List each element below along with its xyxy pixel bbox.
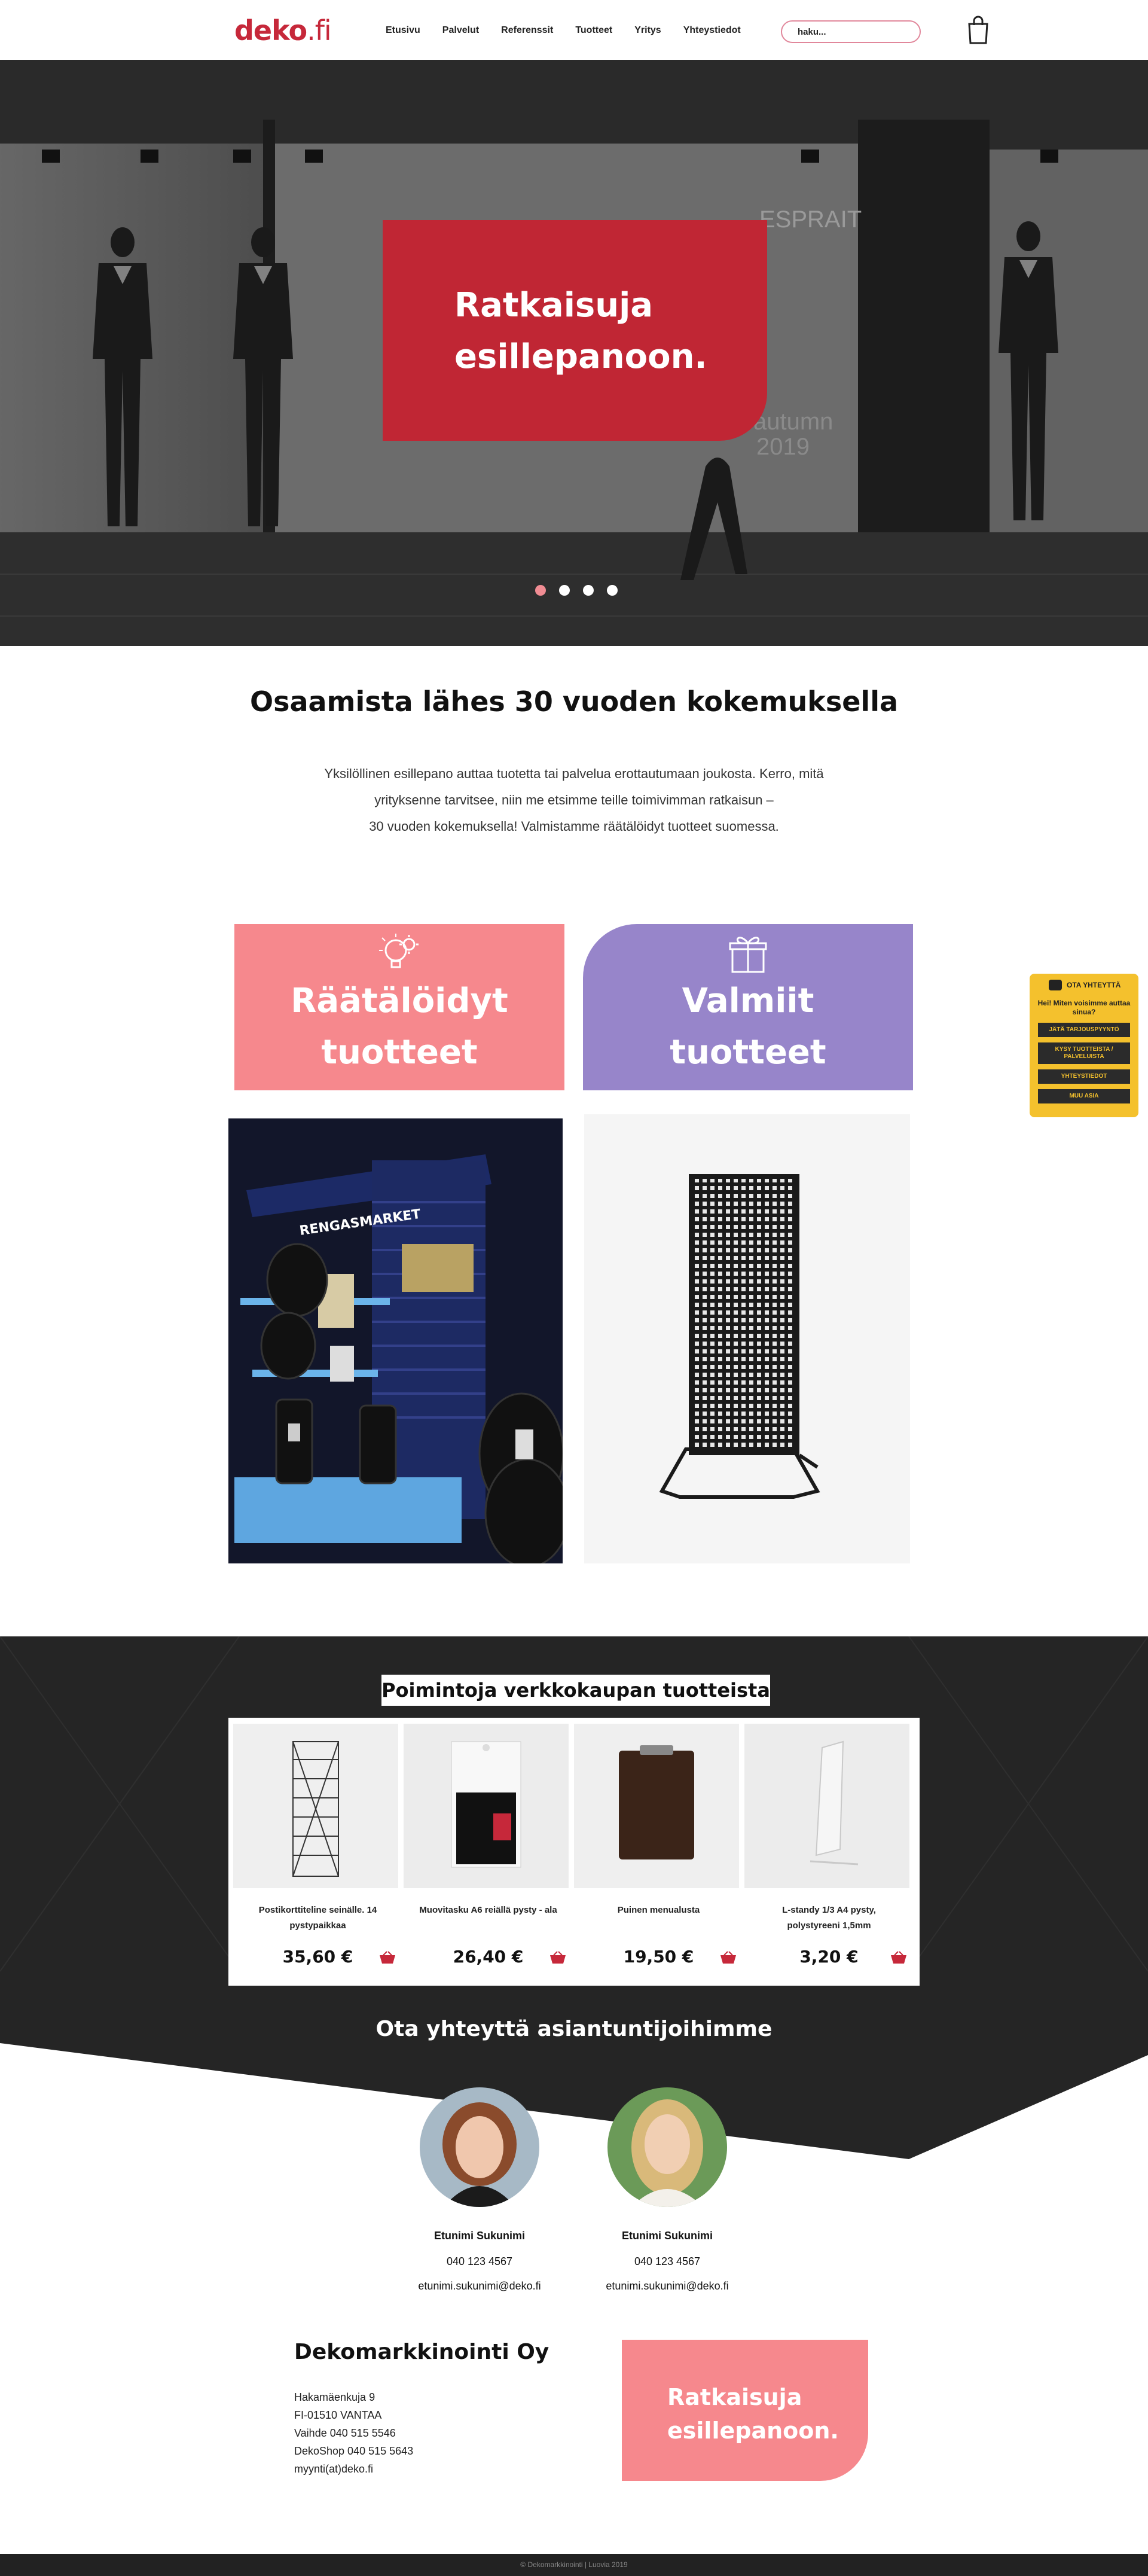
nav-item-etusivu[interactable]: Etusivu [386, 25, 420, 36]
copyright-bar: © Dekomarkkinointi | Luovia 2019 [0, 2554, 1148, 2576]
contact-email[interactable]: etunimi.sukunimi@deko.fi [384, 2280, 575, 2293]
product-price: 3,20 € [799, 1947, 859, 1967]
product-name[interactable]: Muovitasku A6 reiällä pysty - ala [404, 1903, 573, 1935]
contact-person: Etunimi Sukunimi 040 123 4567 etunimi.su… [572, 2087, 763, 2293]
contact-widget: OTA YHTEYTTÄ Hei! Miten voisimme auttaa … [1030, 974, 1138, 1117]
hero-slider: ESPRAIT autumn 2019 Ratkaisuja esillepano… [0, 60, 1148, 646]
nav-item-referenssit[interactable]: Referenssit [501, 25, 553, 36]
contact-name: Etunimi Sukunimi [433, 2230, 525, 2242]
contact-phone[interactable]: 040 123 4567 [572, 2255, 763, 2268]
nav-item-yritys[interactable]: Yritys [634, 25, 661, 36]
slider-dots [535, 585, 618, 596]
contact-email[interactable]: etunimi.sukunimi@deko.fi [572, 2280, 763, 2293]
chat-title: OTA YHTEYTTÄ [1067, 981, 1121, 989]
product-name[interactable]: L-standy 1/3 A4 pysty, polystyreeni 1,5m… [744, 1903, 914, 1935]
window-text-brand: ESPRAIT [759, 206, 862, 233]
hero-headline-box: Ratkaisuja esillepanoon. [383, 220, 767, 441]
chat-quote-request-button[interactable]: JÄTÄ TARJOUSPYYNTÖ [1038, 1023, 1130, 1037]
company-name: Dekomarkkinointi Oy [294, 2340, 549, 2364]
slider-dot-1[interactable] [535, 585, 546, 596]
add-to-cart-icon[interactable] [378, 1950, 396, 1965]
company-street: Hakamäenkuja 9 [294, 2391, 375, 2403]
contact-name: Etunimi Sukunimi [621, 2230, 713, 2242]
company-city: FI-01510 VANTAA [294, 2409, 382, 2421]
search-input[interactable] [781, 20, 921, 43]
product-price: 35,60 € [282, 1947, 353, 1967]
product-image[interactable] [233, 1724, 398, 1888]
product-card[interactable]: L-standy 1/3 A4 pysty, polystyreeni 1,5m… [744, 1724, 914, 1986]
intro-title: Osaamista lähes 30 vuoden kokemuksella [249, 685, 899, 718]
lightbulb-gear-icon [379, 934, 419, 968]
gift-icon [729, 937, 767, 973]
add-to-cart-icon[interactable] [890, 1950, 908, 1965]
add-to-cart-icon[interactable] [549, 1950, 567, 1965]
custom-products-tile[interactable]: Räätälöidyt tuotteet [234, 924, 564, 1090]
slider-dot-4[interactable] [607, 585, 618, 596]
product-image[interactable] [404, 1724, 569, 1888]
product-list: Postikorttiteline seinälle. 14 pystypaik… [228, 1718, 920, 1986]
company-email[interactable]: myynti(at)deko.fi [294, 2460, 549, 2478]
company-phone-main[interactable]: Vaihde 040 515 5546 [294, 2424, 549, 2442]
product-price: 19,50 € [623, 1947, 694, 1967]
product-card[interactable]: Puinen menualusta 19,50 € [574, 1724, 743, 1986]
product-image[interactable] [574, 1724, 739, 1888]
site-header: deko.fi Etusivu Palvelut Referenssit Tuo… [0, 0, 1148, 60]
product-name[interactable]: Postikorttiteline seinälle. 14 pystypaik… [233, 1903, 402, 1935]
avatar [607, 2087, 727, 2207]
ready-products-image[interactable] [584, 1114, 910, 1563]
contact-phone[interactable]: 040 123 4567 [384, 2255, 575, 2268]
contacts-title: Ota yhteyttä asiantuntijoihimme [375, 2017, 773, 2041]
product-name[interactable]: Puinen menualusta [574, 1903, 743, 1935]
add-to-cart-icon[interactable] [719, 1950, 737, 1965]
nav-item-palvelut[interactable]: Palvelut [442, 25, 479, 36]
chat-bubble-icon [1049, 980, 1062, 990]
window-text-year: 2019 [756, 434, 810, 460]
ready-products-label: Valmiit tuotteet [670, 981, 826, 1072]
shopping-bag-icon[interactable] [967, 16, 990, 44]
product-card[interactable]: Postikorttiteline seinälle. 14 pystypaik… [233, 1724, 402, 1986]
chat-contact-info-button[interactable]: YHTEYSTIEDOT [1038, 1069, 1130, 1084]
custom-products-image[interactable]: RENGASMARKET [228, 1118, 563, 1563]
company-phone-shop[interactable]: DekoShop 040 515 5643 [294, 2442, 549, 2460]
site-logo[interactable]: deko.fi [234, 14, 332, 47]
main-nav: Etusivu Palvelut Referenssit Tuotteet Yr… [386, 25, 763, 36]
intro-text: Yksilöllinen esillepano auttaa tuotetta … [324, 766, 824, 834]
slider-dot-3[interactable] [583, 585, 594, 596]
nav-item-tuotteet[interactable]: Tuotteet [575, 25, 612, 36]
product-card[interactable]: Muovitasku A6 reiällä pysty - ala 26,40 … [404, 1724, 573, 1986]
chat-other-button[interactable]: MUU ASIA [1038, 1089, 1130, 1103]
product-image[interactable] [744, 1724, 909, 1888]
chat-message: Hei! Miten voisimme auttaa sinua? [1037, 999, 1131, 1016]
custom-products-label: Räätälöidyt tuotteet [291, 981, 508, 1072]
shop-title: Poimintoja verkkokaupan tuotteista [381, 1675, 770, 1706]
nav-item-yhteystiedot[interactable]: Yhteystiedot [683, 25, 741, 36]
company-info: Dekomarkkinointi Oy Hakamäenkuja 9 FI-01… [294, 2340, 549, 2478]
slider-dot-2[interactable] [559, 585, 570, 596]
hero-headline: Ratkaisuja esillepanoon. [454, 286, 707, 376]
footer-promo-box: Ratkaisuja esillepanoon. [622, 2340, 868, 2481]
contact-person: Etunimi Sukunimi 040 123 4567 etunimi.su… [384, 2087, 575, 2293]
chat-ask-products-button[interactable]: KYSY TUOTTEISTA / PALVELUISTA [1038, 1042, 1130, 1064]
window-text-season: autumn [753, 408, 833, 435]
ready-products-tile[interactable]: Valmiit tuotteet [583, 924, 913, 1090]
product-price: 26,40 € [453, 1947, 524, 1967]
avatar [420, 2087, 539, 2207]
